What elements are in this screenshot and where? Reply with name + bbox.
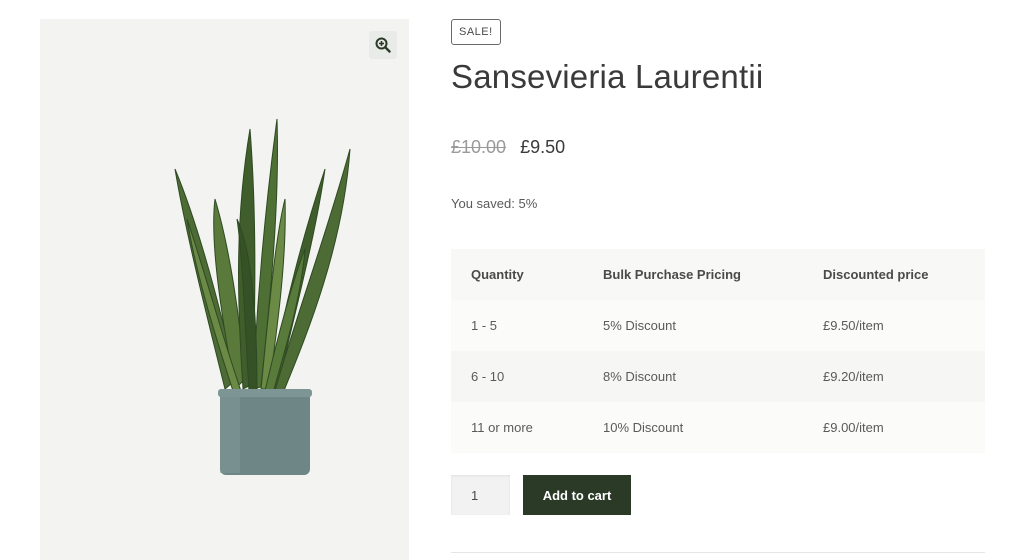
discount-cell: 5% Discount [603, 318, 676, 333]
column-header-discounted-price: Discounted price [823, 267, 929, 282]
price-cell: £9.50/item [823, 318, 884, 333]
table-row: 6 - 10 8% Discount £9.20/item [451, 351, 985, 402]
divider [451, 552, 985, 553]
add-to-cart-button[interactable]: Add to cart [523, 475, 631, 515]
bulk-pricing-table: Quantity Bulk Purchase Pricing Discounte… [451, 249, 985, 453]
quantity-cell: 6 - 10 [471, 369, 505, 384]
zoom-button[interactable] [369, 31, 397, 59]
price-cell: £9.00/item [823, 420, 884, 435]
product-gallery [40, 19, 409, 560]
product-title: Sansevieria Laurentii [451, 58, 764, 95]
original-price: £10.00 [451, 137, 507, 157]
table-header-row: Quantity Bulk Purchase Pricing Discounte… [451, 249, 985, 300]
column-header-bulk-pricing: Bulk Purchase Pricing [603, 267, 741, 282]
table-row: 1 - 5 5% Discount £9.50/item [451, 300, 985, 351]
savings-text: You saved: 5% [451, 196, 538, 211]
quantity-input[interactable] [451, 475, 510, 515]
sale-badge: SALE! [451, 19, 501, 45]
product-price: £10.00 £9.50 [451, 137, 565, 158]
quantity-cell: 11 or more [471, 420, 533, 435]
column-header-quantity: Quantity [471, 267, 524, 282]
product-image[interactable] [165, 109, 355, 479]
sale-price: £9.50 [520, 137, 566, 157]
discount-cell: 8% Discount [603, 369, 676, 384]
discount-cell: 10% Discount [603, 420, 684, 435]
price-cell: £9.20/item [823, 369, 884, 384]
quantity-cell: 1 - 5 [471, 318, 498, 333]
zoom-in-icon [375, 37, 391, 53]
table-row: 11 or more 10% Discount £9.00/item [451, 402, 985, 453]
